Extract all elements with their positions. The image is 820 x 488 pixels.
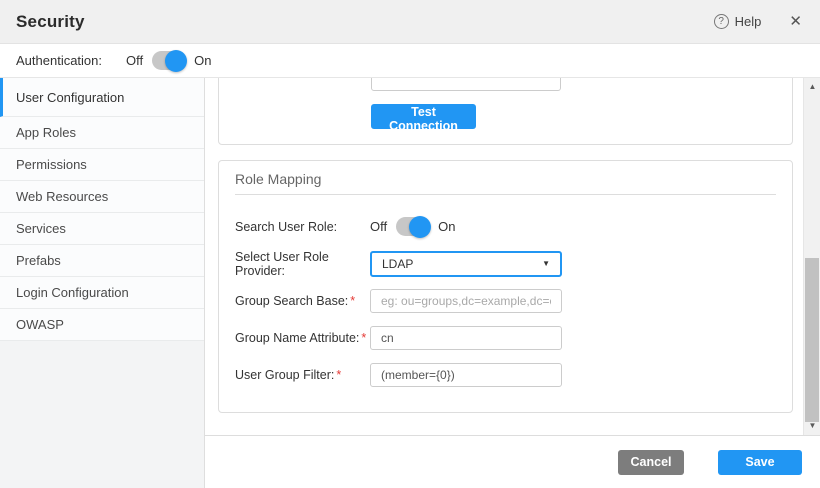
sidebar-item-prefabs[interactable]: Prefabs [0,245,204,277]
authentication-bar: Authentication: Off On [0,44,820,78]
help-button[interactable]: ? Help [714,14,762,29]
security-dialog: Security ? Help ✕ Authentication: Off On… [0,0,820,488]
group-name-attribute-label: Group Name Attribute:* [235,331,370,345]
switch-knob [409,216,431,238]
scrollable-content: Test Connection Role Mapping Search User… [205,78,803,435]
sidebar-item-label: App Roles [16,125,76,140]
vertical-scrollbar: ▲ ▼ [803,78,820,435]
page-title: Security [16,12,85,32]
close-icon[interactable]: ✕ [789,14,802,29]
user-group-filter-input[interactable] [370,363,562,387]
required-asterisk: * [361,331,366,345]
role-mapping-title: Role Mapping [235,171,776,187]
toggle-on-label: On [438,219,455,234]
provider-label: Select User Role Provider: [235,250,370,278]
search-user-role-label: Search User Role: [235,220,370,234]
toggle-off-label: Off [126,53,143,68]
section-divider [235,194,776,195]
search-user-role-row: Search User Role: Off On [219,208,792,245]
scroll-up-icon[interactable]: ▲ [804,80,820,94]
selected-provider: LDAP [382,257,413,271]
label-text: Group Search Base: [235,294,348,308]
required-asterisk: * [350,294,355,308]
save-button[interactable]: Save [718,450,802,475]
authentication-label: Authentication: [16,53,102,68]
label-text: User Group Filter: [235,368,334,382]
sidebar-item-label: User Configuration [16,90,124,105]
sidebar-item-label: Permissions [16,157,87,172]
scrollbar-thumb[interactable] [805,258,819,422]
group-name-attribute-row: Group Name Attribute:* [219,319,792,356]
role-mapping-card: Role Mapping Search User Role: Off On [218,160,793,413]
user-group-filter-row: User Group Filter:* [219,356,792,393]
user-group-filter-label: User Group Filter:* [235,368,370,382]
role-mapping-form: Search User Role: Off On Select User Rol [219,208,792,393]
dialog-header: Security ? Help ✕ [0,0,820,44]
sidebar-item-label: Web Resources [16,189,108,204]
sidebar-item-label: Login Configuration [16,285,129,300]
group-name-attribute-input[interactable] [370,326,562,350]
provider-row: Select User Role Provider: LDAP ▼ [219,245,792,282]
help-label: Help [735,14,762,29]
sidebar-item-services[interactable]: Services [0,213,204,245]
group-search-base-input[interactable] [370,289,562,313]
dialog-footer: Cancel Save [205,435,820,488]
sidebar-item-app-roles[interactable]: App Roles [0,117,204,149]
label-text: Group Name Attribute: [235,331,359,345]
connection-partial-input[interactable] [371,78,561,91]
user-role-provider-select[interactable]: LDAP ▼ [370,251,562,277]
sidebar-item-label: Services [16,221,66,236]
main-content: Test Connection Role Mapping Search User… [205,78,820,488]
sidebar-item-login-configuration[interactable]: Login Configuration [0,277,204,309]
required-asterisk: * [336,368,341,382]
sidebar-item-owasp[interactable]: OWASP [0,309,204,341]
connection-settings-card: Test Connection [218,78,793,145]
sidebar-item-label: OWASP [16,317,64,332]
search-user-role-toggle: Off On [370,217,455,236]
authentication-toggle: Off On [126,51,211,70]
test-connection-button[interactable]: Test Connection [371,104,476,129]
header-actions: ? Help ✕ [714,14,802,29]
sidebar-item-permissions[interactable]: Permissions [0,149,204,181]
help-icon: ? [714,14,729,29]
authentication-switch[interactable] [152,51,185,70]
scroll-down-icon[interactable]: ▼ [804,419,820,433]
settings-sidebar: User Configuration App Roles Permissions… [0,78,205,488]
sidebar-item-web-resources[interactable]: Web Resources [0,181,204,213]
dropdown-arrow-icon: ▼ [542,259,550,268]
cancel-button[interactable]: Cancel [618,450,684,475]
toggle-on-label: On [194,53,211,68]
dialog-body: User Configuration App Roles Permissions… [0,78,820,488]
switch-knob [165,50,187,72]
group-search-base-label: Group Search Base:* [235,294,370,308]
group-search-base-row: Group Search Base:* [219,282,792,319]
sidebar-item-user-configuration[interactable]: User Configuration [0,78,204,117]
toggle-off-label: Off [370,219,387,234]
sidebar-item-label: Prefabs [16,253,61,268]
search-user-role-switch[interactable] [396,217,429,236]
